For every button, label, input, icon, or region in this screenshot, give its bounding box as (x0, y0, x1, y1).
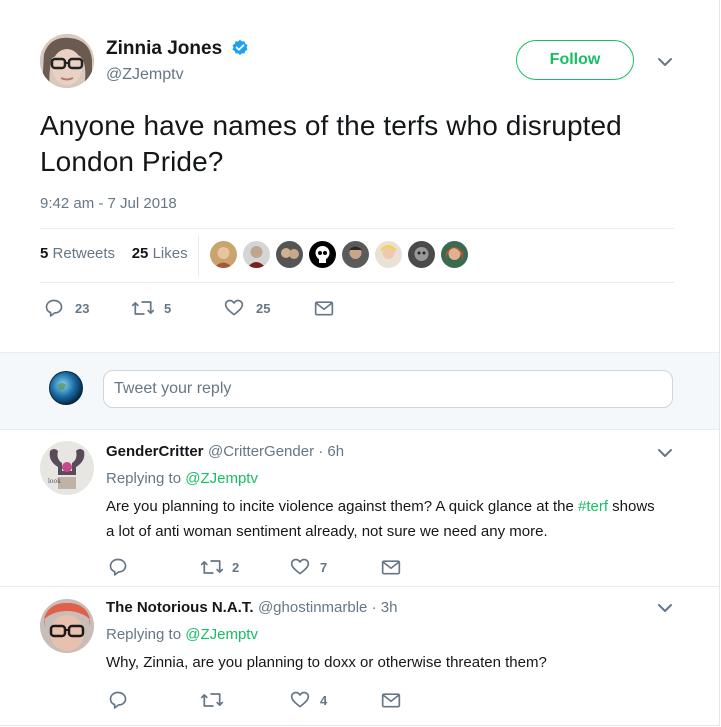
liker-avatar[interactable] (441, 241, 468, 268)
svg-text:look: look (48, 478, 61, 485)
envelope-icon (381, 693, 401, 708)
reply-icon (109, 558, 127, 576)
heart-icon (290, 691, 310, 708)
current-user-avatar[interactable] (49, 371, 83, 405)
like-count: 7 (320, 559, 328, 575)
author-name[interactable]: Zinnia Jones (106, 38, 222, 60)
reply-meta[interactable]: @CritterGender · 6h (208, 443, 344, 460)
reply-input[interactable]: Tweet your reply (103, 370, 673, 408)
liker-avatar[interactable] (276, 241, 303, 268)
tweet-stats: 5 Retweets 25 Likes (40, 245, 188, 262)
retweet-icon (200, 693, 224, 707)
retweet-count: 2 (232, 559, 240, 575)
like-count: 4 (320, 692, 328, 708)
envelope-icon (381, 560, 401, 575)
chevron-down-icon[interactable] (657, 57, 673, 67)
replying-to-link[interactable]: @ZJemptv (185, 470, 258, 487)
liker-avatar[interactable] (342, 241, 369, 268)
author-avatar[interactable] (40, 34, 94, 88)
reply-action[interactable] (108, 557, 138, 577)
likes-stat[interactable]: 25 Likes (132, 245, 188, 262)
liker-avatar[interactable] (210, 241, 237, 268)
liker-avatar[interactable] (408, 241, 435, 268)
like-action[interactable]: 4 (290, 690, 327, 710)
chevron-down-icon[interactable] (657, 603, 673, 613)
retweet-icon (131, 301, 155, 315)
follow-button[interactable]: Follow (516, 40, 634, 80)
reply-action[interactable] (108, 690, 138, 710)
retweet-icon (200, 560, 224, 574)
tweet-timestamp[interactable]: 9:42 am - 7 Jul 2018 (40, 195, 177, 212)
reply-count: 23 (75, 300, 90, 316)
reply-action[interactable]: 23 (44, 298, 89, 318)
dm-action[interactable] (314, 299, 334, 317)
liker-avatar[interactable] (243, 241, 270, 268)
divider (0, 586, 719, 587)
retweet-action[interactable]: 2 (200, 557, 239, 577)
replying-to-link[interactable]: @ZJemptv (185, 626, 258, 643)
like-count: 25 (256, 300, 271, 316)
dm-action[interactable] (381, 691, 401, 709)
retweet-count: 5 (164, 300, 172, 316)
liker-avatars (210, 241, 468, 268)
retweet-action[interactable] (200, 690, 232, 710)
envelope-icon (314, 301, 334, 316)
reply-avatar[interactable] (40, 599, 94, 653)
reply-author-name[interactable]: The Notorious N.A.T. (106, 599, 254, 616)
hashtag-link[interactable]: #terf (578, 498, 608, 515)
liker-avatar[interactable] (309, 241, 336, 268)
author-handle[interactable]: @ZJemptv (106, 66, 184, 84)
reply-avatar[interactable]: look (40, 441, 94, 495)
like-action[interactable]: 25 (224, 298, 270, 318)
reply-header: GenderCritter @CritterGender · 6h (106, 443, 344, 461)
heart-icon (224, 299, 244, 316)
stats-divider (198, 236, 199, 276)
heart-icon (290, 558, 310, 575)
chevron-down-icon[interactable] (657, 448, 673, 458)
replying-to: Replying to @ZJemptv (106, 626, 258, 643)
divider (40, 228, 674, 229)
reply-author-name[interactable]: GenderCritter (106, 443, 204, 460)
dm-action[interactable] (381, 558, 401, 576)
reply-icon (45, 299, 63, 317)
liker-avatar[interactable] (375, 241, 402, 268)
like-action[interactable]: 7 (290, 557, 327, 577)
reply-meta[interactable]: @ghostinmarble · 3h (258, 599, 397, 616)
tweet-text: Anyone have names of the terfs who disru… (40, 110, 622, 177)
reply-text: Are you planning to incite violence agai… (106, 498, 655, 540)
retweets-stat[interactable]: 5 Retweets (40, 245, 115, 262)
reply-icon (109, 691, 127, 709)
replying-to: Replying to @ZJemptv (106, 470, 258, 487)
retweet-action[interactable]: 5 (131, 298, 171, 318)
reply-text: Why, Zinnia, are you planning to doxx or… (106, 654, 547, 671)
verified-badge-icon (232, 39, 248, 56)
divider (40, 282, 674, 283)
reply-header: The Notorious N.A.T. @ghostinmarble · 3h (106, 599, 397, 617)
